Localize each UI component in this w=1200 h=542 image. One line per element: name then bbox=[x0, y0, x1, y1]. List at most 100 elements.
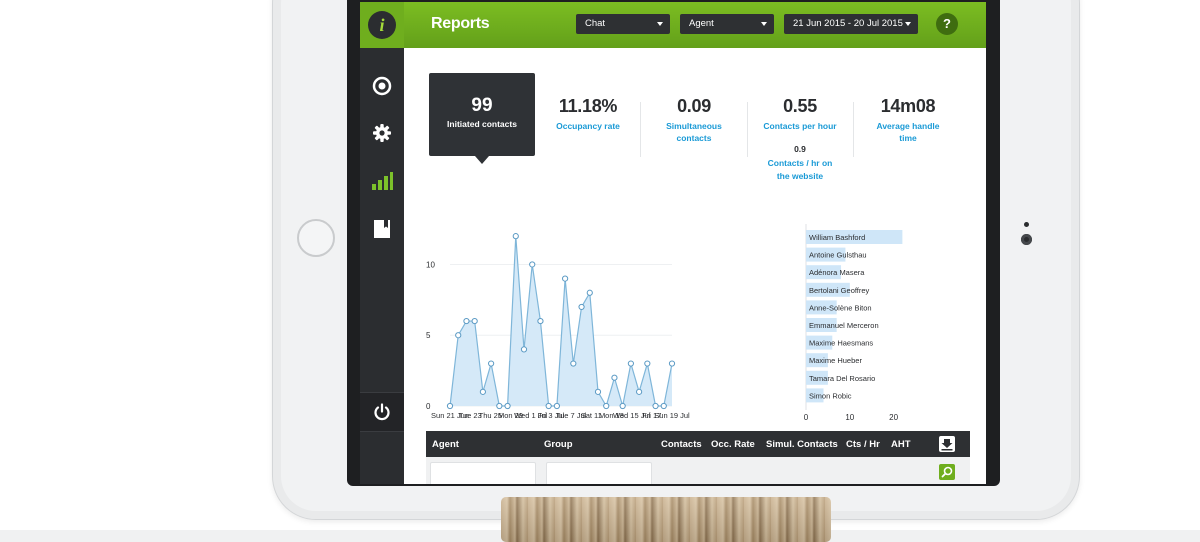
kpi-value: 99 bbox=[471, 95, 493, 116]
data-point bbox=[496, 402, 503, 410]
channel-dropdown-value: Chat bbox=[585, 18, 606, 29]
column-header-simul-contacts[interactable]: Simul. Contacts bbox=[766, 439, 838, 450]
book-icon[interactable] bbox=[368, 215, 396, 243]
bar-chart-icon[interactable] bbox=[368, 167, 396, 195]
kpi-divider bbox=[640, 102, 641, 157]
data-point bbox=[455, 332, 462, 339]
agent-dropdown[interactable]: Agent bbox=[680, 14, 774, 34]
kpi-website-label: Contacts / hr on the website bbox=[760, 157, 840, 183]
y-tick-label: 0 bbox=[426, 402, 431, 411]
kpi-label-line: contacts bbox=[676, 133, 712, 143]
chevron-down-icon bbox=[657, 22, 663, 26]
tablet-home-button bbox=[297, 219, 335, 257]
data-point bbox=[668, 360, 676, 367]
agent-bar-label: Bertolani Geoffrey bbox=[809, 286, 870, 295]
agent-bar-chart: William Bashford Antoine Gulsthau Adénora … bbox=[804, 224, 903, 422]
gear-icon[interactable] bbox=[368, 119, 396, 147]
kpi-simultaneous-contacts[interactable]: 0.09 Simultaneous contacts bbox=[651, 96, 737, 144]
kpi-label-line: Average handle bbox=[876, 121, 940, 131]
y-tick-label: 5 bbox=[426, 331, 431, 340]
data-point bbox=[471, 317, 478, 325]
date-range-value: 21 Jun 2015 - 20 Jul 2015 bbox=[793, 18, 903, 29]
kpi-label-line: Contacts / hr on bbox=[767, 158, 833, 168]
agent-bar-label: Maxime Hueber bbox=[809, 356, 862, 365]
download-icon bbox=[941, 439, 953, 451]
download-button[interactable] bbox=[939, 436, 955, 452]
x-tick-label: 20 bbox=[889, 413, 898, 422]
agent-filter-input[interactable] bbox=[430, 462, 536, 484]
page-title: Reports bbox=[431, 15, 490, 32]
kpi-website-value: 0.9 bbox=[794, 144, 806, 154]
data-point bbox=[660, 402, 667, 410]
data-point bbox=[586, 289, 593, 296]
tablet-camera bbox=[1021, 234, 1032, 245]
data-point bbox=[603, 402, 610, 410]
data-point bbox=[611, 374, 618, 381]
agent-bar-label: Adénora Masera bbox=[809, 268, 865, 277]
chevron-down-icon bbox=[905, 22, 911, 26]
x-tick-label: 0 bbox=[804, 413, 809, 422]
kpi-value: 14m08 bbox=[880, 96, 936, 116]
data-point bbox=[529, 261, 536, 268]
contacts-area-chart: 1050Sun 21 JunTue 23Thu 25Mon 29Wed 1 Ju… bbox=[426, 233, 690, 420]
kpi-label: Contacts per hour bbox=[763, 121, 837, 131]
column-header-group[interactable]: Group bbox=[544, 439, 573, 450]
chevron-down-icon bbox=[761, 22, 767, 26]
data-point bbox=[488, 360, 495, 367]
kpi-label: Simultaneous contacts bbox=[651, 120, 737, 144]
agent-bar-label: Tamara Del Rosario bbox=[809, 374, 875, 383]
column-header-agent[interactable]: Agent bbox=[432, 439, 459, 450]
kpi-contacts-per-hour[interactable]: 0.55 Contacts per hour bbox=[757, 96, 843, 132]
data-point bbox=[512, 233, 519, 240]
column-header-contacts[interactable]: Contacts bbox=[661, 439, 702, 450]
data-point bbox=[553, 402, 560, 410]
kpi-label: Initiated contacts bbox=[447, 119, 517, 129]
data-point bbox=[520, 346, 528, 353]
group-filter-input[interactable] bbox=[546, 462, 652, 484]
column-header-occ-rate[interactable]: Occ. Rate bbox=[711, 439, 755, 450]
kpi-label: Occupancy rate bbox=[556, 121, 620, 131]
data-point bbox=[636, 388, 643, 395]
data-point bbox=[545, 402, 552, 410]
data-point bbox=[562, 275, 569, 282]
data-point bbox=[594, 388, 602, 395]
kpi-value: 11.18% bbox=[558, 96, 618, 116]
kpi-occupancy-rate[interactable]: 11.18% Occupancy rate bbox=[545, 96, 631, 132]
kpi-initiated-contacts[interactable]: 99 Initiated contacts bbox=[429, 73, 535, 164]
product-photo: i Reports Chat Agent 21 Jun 2015 - 20 Ju… bbox=[0, 0, 1200, 542]
kpi-value: 0.09 bbox=[677, 96, 711, 116]
column-header-aht[interactable]: AHT bbox=[891, 439, 911, 450]
logout-button[interactable] bbox=[360, 392, 404, 432]
area-fill bbox=[450, 236, 672, 406]
date-range-dropdown[interactable]: 21 Jun 2015 - 20 Jul 2015 bbox=[784, 14, 918, 34]
data-point bbox=[463, 317, 470, 325]
kpi-divider bbox=[747, 102, 748, 157]
kpi-divider bbox=[853, 102, 854, 157]
tablet-sensor bbox=[1024, 222, 1029, 227]
table-header: Agent Group Contacts Occ. Rate Simul. Co… bbox=[426, 431, 970, 457]
top-bar: Reports Chat Agent 21 Jun 2015 - 20 Jul … bbox=[404, 2, 986, 48]
app-logo[interactable]: i bbox=[360, 2, 404, 48]
data-point bbox=[504, 402, 511, 410]
kpi-label: Average handle time bbox=[863, 120, 953, 144]
column-header-cts-hr[interactable]: Cts / Hr bbox=[846, 439, 880, 450]
data-point bbox=[578, 303, 585, 311]
kpi-label-line: time bbox=[899, 133, 917, 143]
app-screen: i Reports Chat Agent 21 Jun 2015 - 20 Ju… bbox=[360, 2, 986, 484]
agent-bar-label: William Bashford bbox=[809, 233, 865, 242]
kpi-average-handle-time[interactable]: 14m08 Average handle time bbox=[863, 96, 953, 144]
data-point bbox=[652, 402, 659, 410]
y-tick-label: 10 bbox=[426, 260, 435, 269]
agent-bar-label: Simon Robic bbox=[809, 391, 852, 400]
power-icon bbox=[374, 403, 390, 421]
agent-bar-label: Maxime Haesmans bbox=[809, 339, 873, 348]
search-button[interactable] bbox=[939, 464, 955, 480]
data-point bbox=[537, 317, 544, 325]
help-button[interactable]: ? bbox=[936, 13, 958, 35]
channel-dropdown[interactable]: Chat bbox=[576, 14, 670, 34]
x-tick-label: 10 bbox=[845, 413, 854, 422]
dashboard-icon[interactable] bbox=[368, 72, 396, 100]
search-icon bbox=[941, 466, 953, 478]
kpi-label-line: the website bbox=[776, 171, 824, 181]
agent-bar-label: Anne-Solène Biton bbox=[809, 303, 872, 312]
